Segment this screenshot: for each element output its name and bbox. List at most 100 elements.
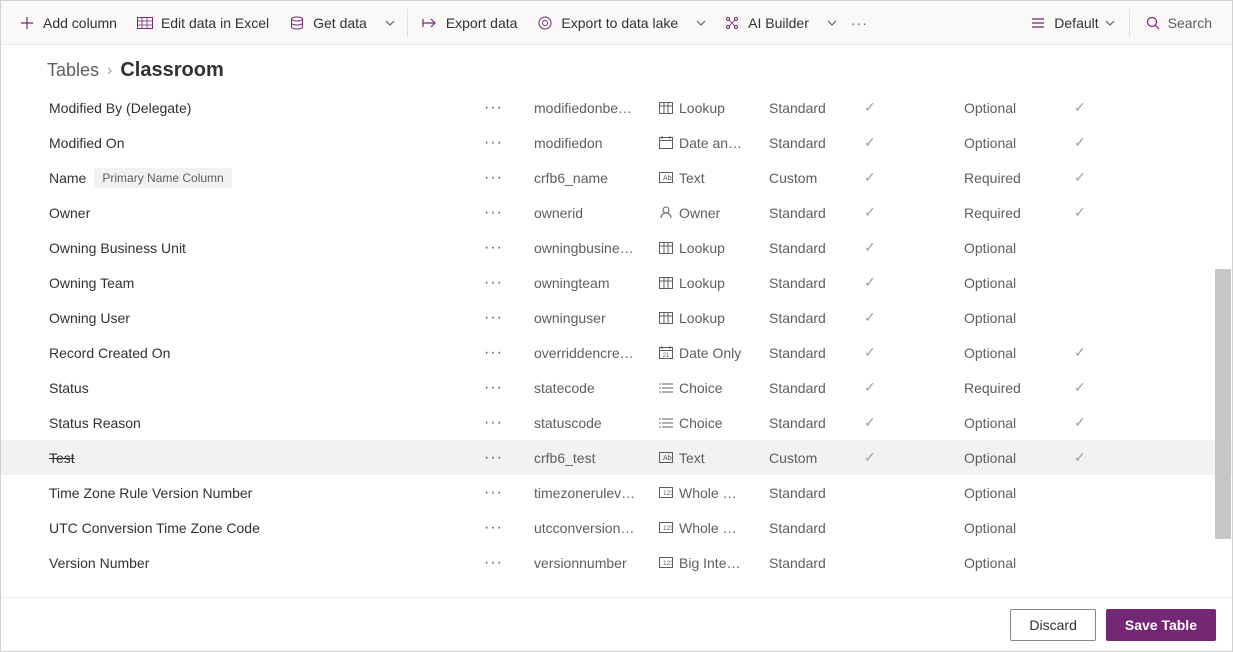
vertical-scrollbar[interactable]: [1215, 45, 1231, 597]
customizable-check: [1074, 99, 1134, 116]
view-icon: [1030, 15, 1046, 31]
column-category: Custom: [769, 450, 864, 466]
svg-text:123: 123: [663, 560, 673, 567]
table-row[interactable]: Owning Team···owningteamLookupStandardOp…: [1, 265, 1232, 300]
bigint-icon: 123: [659, 556, 673, 570]
excel-icon: [137, 15, 153, 31]
add-column-label: Add column: [43, 15, 117, 31]
column-schema-name: owningbusine…: [534, 240, 659, 256]
column-schema-name: versionnumber: [534, 555, 659, 571]
scrollbar-thumb[interactable]: [1215, 269, 1231, 539]
row-more-button[interactable]: ···: [484, 169, 534, 187]
save-table-button[interactable]: Save Table: [1106, 609, 1216, 641]
row-more-button[interactable]: ···: [484, 414, 534, 432]
column-required: Optional: [964, 555, 1074, 571]
add-column-button[interactable]: Add column: [9, 1, 127, 45]
view-selector-button[interactable]: Default: [1020, 1, 1124, 45]
discard-button[interactable]: Discard: [1010, 609, 1095, 641]
owner-icon: [659, 206, 673, 220]
column-category: Standard: [769, 415, 864, 431]
column-data-type: 123Whole …: [659, 485, 769, 501]
table-row[interactable]: Test···crfb6_testAbcTextCustomOptional: [1, 440, 1232, 475]
column-schema-name: statecode: [534, 380, 659, 396]
export-icon: [422, 15, 438, 31]
customizable-check: [1074, 379, 1134, 396]
column-required: Optional: [964, 345, 1074, 361]
table-row[interactable]: Version Number···versionnumber123Big Int…: [1, 545, 1232, 580]
breadcrumb-parent[interactable]: Tables: [47, 60, 99, 81]
toolbar-separator: [407, 9, 408, 37]
row-more-button[interactable]: ···: [484, 344, 534, 362]
table-row[interactable]: UTC Conversion Time Zone Code···utcconve…: [1, 510, 1232, 545]
dateonly-icon: 21: [659, 346, 673, 360]
column-schema-name: ownerid: [534, 205, 659, 221]
managed-check: [864, 169, 964, 186]
column-required: Optional: [964, 415, 1074, 431]
column-schema-name: crfb6_test: [534, 450, 659, 466]
column-schema-name: modifiedon: [534, 135, 659, 151]
search-box[interactable]: Search: [1134, 15, 1224, 31]
row-more-button[interactable]: ···: [484, 204, 534, 222]
row-more-button[interactable]: ···: [484, 379, 534, 397]
row-more-button[interactable]: ···: [484, 484, 534, 502]
row-more-button[interactable]: ···: [484, 274, 534, 292]
column-data-type: 123Big Inte…: [659, 555, 769, 571]
column-schema-name: statuscode: [534, 415, 659, 431]
table-row[interactable]: Modified By (Delegate)···modifiedonbe…Lo…: [1, 90, 1232, 125]
column-category: Standard: [769, 310, 864, 326]
managed-check: [864, 309, 964, 326]
get-data-chevron[interactable]: [377, 20, 403, 26]
table-row[interactable]: Time Zone Rule Version Number···timezone…: [1, 475, 1232, 510]
column-display-name: Record Created On: [49, 345, 484, 361]
managed-check: [864, 379, 964, 396]
columns-table: Modified By (Delegate)···modifiedonbe…Lo…: [1, 90, 1232, 597]
column-category: Custom: [769, 170, 864, 186]
table-row[interactable]: Status Reason···statuscodeChoiceStandard…: [1, 405, 1232, 440]
column-display-name: Modified By (Delegate): [49, 100, 484, 116]
ai-builder-button[interactable]: AI Builder: [714, 1, 819, 45]
column-display-name: Owning User: [49, 310, 484, 326]
row-more-button[interactable]: ···: [484, 519, 534, 537]
ai-builder-chevron[interactable]: [819, 20, 845, 26]
column-category: Standard: [769, 275, 864, 291]
export-data-lake-chevron[interactable]: [688, 20, 714, 26]
text-icon: Abc: [659, 171, 673, 185]
table-row[interactable]: Owning User···owninguserLookupStandardOp…: [1, 300, 1232, 335]
breadcrumb: Tables › Classroom: [1, 45, 1232, 90]
column-schema-name: timezonerulev…: [534, 485, 659, 501]
table-row[interactable]: NamePrimary Name Column···crfb6_nameAbcT…: [1, 160, 1232, 195]
column-data-type: Choice: [659, 415, 769, 431]
table-row[interactable]: Owner···owneridOwnerStandardRequired: [1, 195, 1232, 230]
row-more-button[interactable]: ···: [484, 309, 534, 327]
svg-text:21: 21: [663, 353, 670, 359]
column-category: Standard: [769, 380, 864, 396]
command-bar: Add column Edit data in Excel Get data E…: [1, 1, 1232, 45]
overflow-button[interactable]: ···: [845, 1, 874, 45]
row-more-button[interactable]: ···: [484, 239, 534, 257]
database-icon: [289, 15, 305, 31]
search-placeholder: Search: [1168, 15, 1212, 31]
lookup-icon: [659, 311, 673, 325]
table-row[interactable]: Owning Business Unit···owningbusine…Look…: [1, 230, 1232, 265]
chevron-right-icon: ›: [107, 62, 112, 80]
row-more-button[interactable]: ···: [484, 99, 534, 117]
get-data-button[interactable]: Get data: [279, 1, 377, 45]
column-schema-name: utcconversion…: [534, 520, 659, 536]
svg-text:Abc: Abc: [663, 175, 673, 182]
column-data-type: AbcText: [659, 170, 769, 186]
export-data-button[interactable]: Export data: [412, 1, 528, 45]
row-more-button[interactable]: ···: [484, 554, 534, 572]
export-data-lake-button[interactable]: Export to data lake: [527, 1, 688, 45]
edit-data-excel-button[interactable]: Edit data in Excel: [127, 1, 279, 45]
column-schema-name: overriddencre…: [534, 345, 659, 361]
lookup-icon: [659, 276, 673, 290]
table-row[interactable]: Record Created On···overriddencre…21Date…: [1, 335, 1232, 370]
column-display-name: Owning Team: [49, 275, 484, 291]
row-more-button[interactable]: ···: [484, 134, 534, 152]
table-row[interactable]: Status···statecodeChoiceStandardRequired: [1, 370, 1232, 405]
column-category: Standard: [769, 555, 864, 571]
row-more-button[interactable]: ···: [484, 449, 534, 467]
column-display-name: Status Reason: [49, 415, 484, 431]
table-row[interactable]: Modified On···modifiedonDate an…Standard…: [1, 125, 1232, 160]
column-category: Standard: [769, 100, 864, 116]
